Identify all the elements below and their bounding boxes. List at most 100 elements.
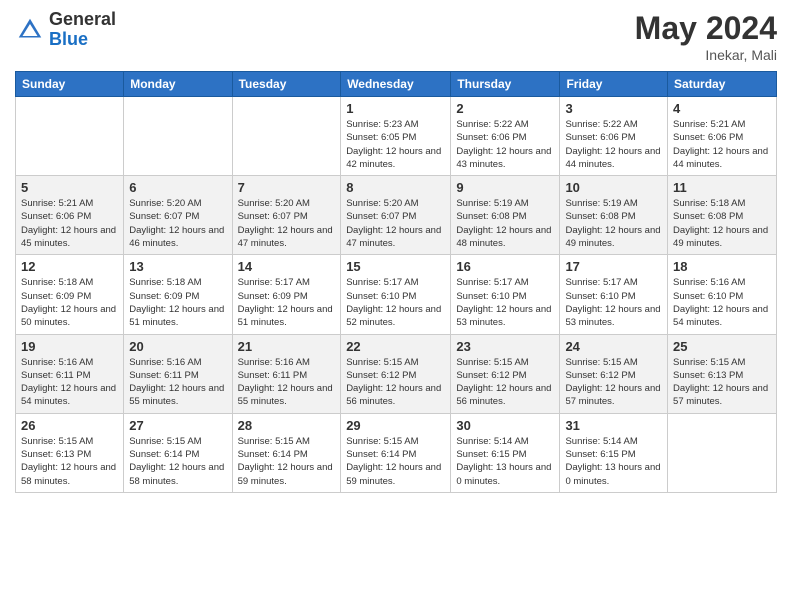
day-number: 28 xyxy=(238,418,336,433)
page-header: General Blue May 2024 Inekar, Mali xyxy=(15,10,777,63)
week-row-1: 1 Sunrise: 5:23 AM Sunset: 6:05 PM Daylig… xyxy=(16,97,777,176)
column-header-wednesday: Wednesday xyxy=(341,72,451,97)
day-info: Sunrise: 5:21 AM Sunset: 6:06 PM Dayligh… xyxy=(21,197,118,250)
day-number: 21 xyxy=(238,339,336,354)
day-cell: 12 Sunrise: 5:18 AM Sunset: 6:09 PM Dayli… xyxy=(16,255,124,334)
header-row: SundayMondayTuesdayWednesdayThursdayFrid… xyxy=(16,72,777,97)
day-number: 1 xyxy=(346,101,445,116)
day-cell: 8Sunrise: 5:20 AM Sunset: 6:07 PM Daylig… xyxy=(341,176,451,255)
logo: General Blue xyxy=(15,10,116,50)
day-info: Sunrise: 5:16 AM Sunset: 6:10 PM Dayligh… xyxy=(673,276,771,329)
day-info: Sunrise: 5:19 AM Sunset: 6:08 PM Dayligh… xyxy=(456,197,554,250)
day-number: 23 xyxy=(456,339,554,354)
day-number: 16 xyxy=(456,259,554,274)
day-info: Sunrise: 5:16 AM Sunset: 6:11 PM Dayligh… xyxy=(21,356,118,409)
day-info: Sunrise: 5:17 AM Sunset: 6:10 PM Dayligh… xyxy=(346,276,445,329)
day-number: 19 xyxy=(21,339,118,354)
day-number: 11 xyxy=(673,180,771,195)
day-number: 24 xyxy=(565,339,662,354)
day-cell: 23Sunrise: 5:15 AM Sunset: 6:12 PM Dayli… xyxy=(451,334,560,413)
day-cell: 16 Sunrise: 5:17 AM Sunset: 6:10 PM Dayli… xyxy=(451,255,560,334)
column-header-sunday: Sunday xyxy=(16,72,124,97)
day-cell: 25Sunrise: 5:15 AM Sunset: 6:13 PM Dayli… xyxy=(668,334,777,413)
day-number: 2 xyxy=(456,101,554,116)
day-number: 9 xyxy=(456,180,554,195)
day-cell: 11 Sunrise: 5:18 AM Sunset: 6:08 PM Dayli… xyxy=(668,176,777,255)
day-info: Sunrise: 5:18 AM Sunset: 6:09 PM Dayligh… xyxy=(21,276,118,329)
day-info: Sunrise: 5:22 AM Sunset: 6:06 PM Dayligh… xyxy=(565,118,662,171)
day-cell: 21 Sunrise: 5:16 AM Sunset: 6:11 PM Dayli… xyxy=(232,334,341,413)
logo-general: General xyxy=(49,10,116,30)
day-info: Sunrise: 5:15 AM Sunset: 6:14 PM Dayligh… xyxy=(238,435,336,488)
week-row-3: 12 Sunrise: 5:18 AM Sunset: 6:09 PM Dayli… xyxy=(16,255,777,334)
day-info: Sunrise: 5:18 AM Sunset: 6:08 PM Dayligh… xyxy=(673,197,771,250)
day-cell xyxy=(668,413,777,492)
column-header-friday: Friday xyxy=(560,72,668,97)
day-cell: 31Sunrise: 5:14 AM Sunset: 6:15 PM Dayli… xyxy=(560,413,668,492)
day-number: 6 xyxy=(129,180,226,195)
day-info: Sunrise: 5:16 AM Sunset: 6:11 PM Dayligh… xyxy=(238,356,336,409)
day-cell: 28 Sunrise: 5:15 AM Sunset: 6:14 PM Dayli… xyxy=(232,413,341,492)
day-cell: 2 Sunrise: 5:22 AM Sunset: 6:06 PM Daylig… xyxy=(451,97,560,176)
day-info: Sunrise: 5:17 AM Sunset: 6:10 PM Dayligh… xyxy=(565,276,662,329)
day-info: Sunrise: 5:15 AM Sunset: 6:14 PM Dayligh… xyxy=(129,435,226,488)
day-info: Sunrise: 5:22 AM Sunset: 6:06 PM Dayligh… xyxy=(456,118,554,171)
day-cell xyxy=(16,97,124,176)
day-number: 3 xyxy=(565,101,662,116)
day-cell: 7Sunrise: 5:20 AM Sunset: 6:07 PM Daylig… xyxy=(232,176,341,255)
day-number: 25 xyxy=(673,339,771,354)
day-cell: 18 Sunrise: 5:16 AM Sunset: 6:10 PM Dayli… xyxy=(668,255,777,334)
day-cell: 24 Sunrise: 5:15 AM Sunset: 6:12 PM Dayli… xyxy=(560,334,668,413)
day-cell: 1 Sunrise: 5:23 AM Sunset: 6:05 PM Daylig… xyxy=(341,97,451,176)
logo-text: General Blue xyxy=(49,10,116,50)
week-row-4: 19 Sunrise: 5:16 AM Sunset: 6:11 PM Dayli… xyxy=(16,334,777,413)
day-cell: 10Sunrise: 5:19 AM Sunset: 6:08 PM Dayli… xyxy=(560,176,668,255)
location: Inekar, Mali xyxy=(635,47,777,63)
day-info: Sunrise: 5:16 AM Sunset: 6:11 PM Dayligh… xyxy=(129,356,226,409)
day-info: Sunrise: 5:20 AM Sunset: 6:07 PM Dayligh… xyxy=(129,197,226,250)
column-header-tuesday: Tuesday xyxy=(232,72,341,97)
day-cell: 29Sunrise: 5:15 AM Sunset: 6:14 PM Dayli… xyxy=(341,413,451,492)
day-cell: 6 Sunrise: 5:20 AM Sunset: 6:07 PM Daylig… xyxy=(124,176,232,255)
day-cell: 30Sunrise: 5:14 AM Sunset: 6:15 PM Dayli… xyxy=(451,413,560,492)
day-cell: 17 Sunrise: 5:17 AM Sunset: 6:10 PM Dayli… xyxy=(560,255,668,334)
day-number: 20 xyxy=(129,339,226,354)
day-cell: 27 Sunrise: 5:15 AM Sunset: 6:14 PM Dayli… xyxy=(124,413,232,492)
day-number: 30 xyxy=(456,418,554,433)
month-title: May 2024 xyxy=(635,10,777,47)
week-row-5: 26 Sunrise: 5:15 AM Sunset: 6:13 PM Dayli… xyxy=(16,413,777,492)
day-number: 12 xyxy=(21,259,118,274)
day-info: Sunrise: 5:20 AM Sunset: 6:07 PM Dayligh… xyxy=(238,197,336,250)
day-info: Sunrise: 5:19 AM Sunset: 6:08 PM Dayligh… xyxy=(565,197,662,250)
day-info: Sunrise: 5:23 AM Sunset: 6:05 PM Dayligh… xyxy=(346,118,445,171)
day-number: 5 xyxy=(21,180,118,195)
day-cell: 9 Sunrise: 5:19 AM Sunset: 6:08 PM Daylig… xyxy=(451,176,560,255)
day-info: Sunrise: 5:17 AM Sunset: 6:10 PM Dayligh… xyxy=(456,276,554,329)
day-number: 17 xyxy=(565,259,662,274)
day-number: 15 xyxy=(346,259,445,274)
day-number: 26 xyxy=(21,418,118,433)
logo-icon xyxy=(15,15,45,45)
day-cell xyxy=(232,97,341,176)
day-info: Sunrise: 5:15 AM Sunset: 6:12 PM Dayligh… xyxy=(565,356,662,409)
day-number: 27 xyxy=(129,418,226,433)
day-number: 22 xyxy=(346,339,445,354)
calendar-page: General Blue May 2024 Inekar, Mali Sunda… xyxy=(0,0,792,508)
day-number: 13 xyxy=(129,259,226,274)
day-cell: 19 Sunrise: 5:16 AM Sunset: 6:11 PM Dayli… xyxy=(16,334,124,413)
day-cell: 5 Sunrise: 5:21 AM Sunset: 6:06 PM Daylig… xyxy=(16,176,124,255)
day-cell: 26 Sunrise: 5:15 AM Sunset: 6:13 PM Dayli… xyxy=(16,413,124,492)
day-info: Sunrise: 5:15 AM Sunset: 6:13 PM Dayligh… xyxy=(21,435,118,488)
title-area: May 2024 Inekar, Mali xyxy=(635,10,777,63)
day-info: Sunrise: 5:18 AM Sunset: 6:09 PM Dayligh… xyxy=(129,276,226,329)
logo-blue: Blue xyxy=(49,30,116,50)
day-number: 29 xyxy=(346,418,445,433)
calendar-table: SundayMondayTuesdayWednesdayThursdayFrid… xyxy=(15,71,777,493)
day-info: Sunrise: 5:20 AM Sunset: 6:07 PM Dayligh… xyxy=(346,197,445,250)
day-cell: 20 Sunrise: 5:16 AM Sunset: 6:11 PM Dayli… xyxy=(124,334,232,413)
day-cell: 22Sunrise: 5:15 AM Sunset: 6:12 PM Dayli… xyxy=(341,334,451,413)
day-cell: 3 Sunrise: 5:22 AM Sunset: 6:06 PM Daylig… xyxy=(560,97,668,176)
day-number: 4 xyxy=(673,101,771,116)
day-cell: 4Sunrise: 5:21 AM Sunset: 6:06 PM Daylig… xyxy=(668,97,777,176)
day-number: 18 xyxy=(673,259,771,274)
